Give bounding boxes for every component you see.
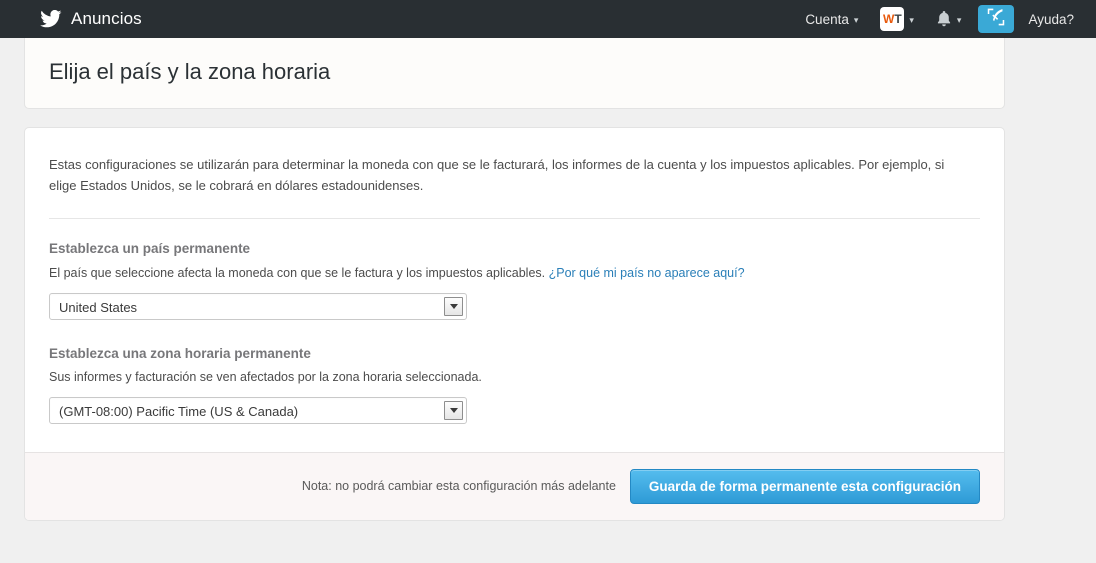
brand[interactable]: Anuncios <box>40 9 142 29</box>
country-field-group: Establezca un país permanente El país qu… <box>49 241 980 320</box>
wt-badge-t: T <box>894 12 902 26</box>
footer-note: Nota: no podrá cambiar esta configuració… <box>301 479 616 494</box>
country-help: El país que seleccione afecta la moneda … <box>49 265 980 282</box>
page-container: Elija el país y la zona horaria Estas co… <box>0 38 1096 522</box>
help-link[interactable]: Ayuda? <box>1020 12 1084 27</box>
timezone-help: Sus informes y facturación se ven afecta… <box>49 369 482 384</box>
notifications-menu[interactable]: ▾ <box>925 0 973 38</box>
save-settings-button[interactable]: Guarda de forma permanente esta configur… <box>629 468 980 505</box>
timezone-label: Establezca una zona horaria permanente <box>49 345 311 361</box>
wt-badge-icon: WT <box>880 7 905 31</box>
chevron-down-icon: ▾ <box>956 14 962 25</box>
chevron-down-icon: ▾ <box>853 14 859 25</box>
country-select-value: United States <box>59 299 138 315</box>
top-navbar: Anuncios Cuenta ▾ WT ▾ ▾ Ayuda? <box>0 0 1096 38</box>
country-help-link[interactable]: ¿Por qué mi país no aparece aquí? <box>549 266 745 280</box>
section-divider <box>49 218 980 220</box>
settings-card-footer: Nota: no podrá cambiar esta configuració… <box>25 451 1004 521</box>
timezone-select[interactable]: (GMT-08:00) Pacific Time (US & Canada) <box>49 396 467 424</box>
chevron-down-icon[interactable] <box>444 296 463 316</box>
timezone-field-group: Establezca una zona horaria permanente S… <box>49 346 980 424</box>
account-menu[interactable]: Cuenta ▾ <box>794 0 869 38</box>
bell-icon <box>936 10 952 28</box>
account-label: Cuenta <box>805 11 849 27</box>
compose-tweet-button[interactable] <box>978 5 1015 33</box>
timezone-select-value: (GMT-08:00) Pacific Time (US & Canada) <box>59 403 299 419</box>
brand-label: Anuncios <box>71 9 142 28</box>
navbar-right-group: Cuenta ▾ WT ▾ ▾ Ayuda? <box>794 0 1084 38</box>
country-label: Establezca un país permanente <box>49 241 251 257</box>
twitter-bird-icon <box>40 10 62 28</box>
settings-card-body: Estas configuraciones se utilizarán para… <box>25 128 1004 424</box>
chevron-down-icon: ▾ <box>909 14 914 25</box>
country-select[interactable]: United States <box>49 292 467 320</box>
intro-text: Estas configuraciones se utilizarán para… <box>49 157 945 194</box>
page-title: Elija el país y la zona horaria <box>49 59 331 84</box>
page-title-card: Elija el país y la zona horaria <box>24 38 1005 110</box>
settings-card: Estas configuraciones se utilizarán para… <box>24 127 1005 522</box>
compose-quill-icon <box>987 8 1005 31</box>
wt-badge-w: W <box>883 12 895 26</box>
workspace-switcher[interactable]: WT ▾ <box>869 0 925 38</box>
country-help-text: El país que seleccione afecta la moneda … <box>49 265 546 280</box>
chevron-down-icon[interactable] <box>444 400 463 420</box>
